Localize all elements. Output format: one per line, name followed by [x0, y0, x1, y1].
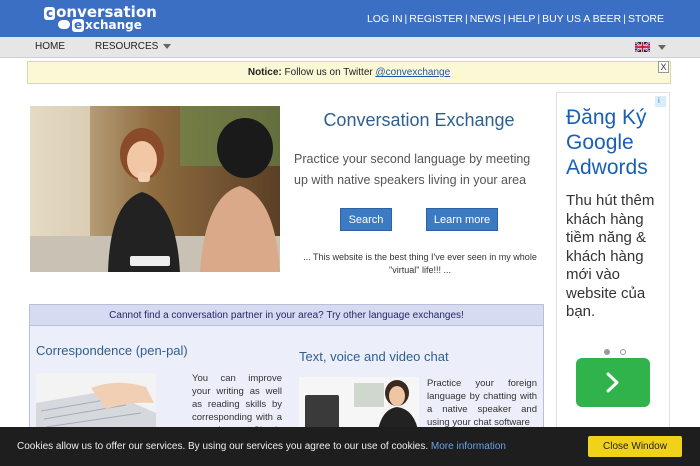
- cookie-message-text: Cookies allow us to offer our services. …: [17, 441, 431, 452]
- panel-header: Cannot find a conversation partner in yo…: [30, 305, 543, 326]
- logo-badge-e: e: [72, 18, 85, 32]
- twitter-handle-link[interactable]: @convexchange: [376, 67, 451, 78]
- logo-badge-c: c: [44, 6, 56, 20]
- ad-info-glyph: i: [658, 96, 660, 105]
- nav-help-link[interactable]: HELP: [508, 13, 535, 25]
- ad-body: Thu hút thêm khách hàng tiềm năng & khác…: [566, 192, 655, 320]
- search-button[interactable]: Search: [340, 208, 392, 231]
- other-exchanges-panel: Cannot find a conversation partner in yo…: [29, 304, 544, 435]
- chat-title[interactable]: Text, voice and video chat: [299, 349, 449, 364]
- advertisement[interactable]: i Đăng Ký Google Adwords Thu hút thêm kh…: [556, 92, 670, 432]
- nav-store-link[interactable]: STORE: [628, 13, 664, 25]
- notice-message: Follow us on Twitter: [281, 67, 376, 78]
- keyboard-photo: [36, 373, 156, 435]
- nav-beer-link[interactable]: BUY US A BEER: [542, 13, 621, 25]
- more-information-link[interactable]: More information: [431, 441, 506, 452]
- testimonial-quote: ... This website is the best thing I've …: [303, 252, 537, 275]
- hero-title: Conversation Exchange: [323, 110, 515, 130]
- close-window-button[interactable]: Close Window: [588, 436, 682, 457]
- notice-bar: Notice: Follow us on Twitter @convexchan…: [27, 61, 671, 84]
- nav-login-link[interactable]: LOG IN: [367, 13, 403, 25]
- chevron-down-icon: [163, 43, 172, 49]
- logo-text-2: xchange: [85, 18, 142, 32]
- nav-separator: |: [464, 13, 468, 25]
- chevron-right-icon: [606, 372, 619, 393]
- nav-separator: |: [537, 13, 541, 25]
- carousel-dot-active[interactable]: [604, 349, 610, 355]
- logo-bubble-icon: [58, 20, 70, 29]
- notice-text: Notice: Follow us on Twitter @convexchan…: [28, 67, 670, 78]
- top-navigation: LOG IN | REGISTER | NEWS | HELP | BUY US A BEER |…: [367, 13, 664, 25]
- notice-label: Notice:: [247, 67, 282, 78]
- correspondence-title[interactable]: Correspondence (pen-pal): [36, 343, 188, 358]
- ad-carousel-dots: [604, 340, 636, 359]
- learn-more-button[interactable]: Learn more: [426, 208, 498, 231]
- hero-subtitle: Practice your second language by meeting…: [294, 152, 531, 187]
- menu-resources-label: RESOURCES: [95, 41, 159, 52]
- carousel-dot[interactable]: [620, 349, 626, 355]
- nav-separator: |: [623, 13, 627, 25]
- menu-home[interactable]: HOME: [35, 41, 65, 52]
- language-chevron-icon[interactable]: [658, 45, 666, 50]
- site-header: c onversation e xchange LOG IN | REGISTER | NE…: [0, 0, 700, 37]
- hero-photo: [30, 106, 280, 272]
- ad-go-button[interactable]: [576, 358, 650, 407]
- notice-close-button[interactable]: X: [658, 61, 669, 73]
- ad-title[interactable]: Đăng Ký Google Adwords: [566, 105, 666, 180]
- main-menu-bar: HOME RESOURCES: [0, 37, 700, 58]
- nav-register-link[interactable]: REGISTER: [409, 13, 463, 25]
- nav-separator: |: [404, 13, 408, 25]
- cookie-message: Cookies allow us to offer our services. …: [17, 441, 506, 452]
- site-logo[interactable]: c onversation e xchange: [42, 3, 162, 33]
- correspondence-text: You can improve your writing as well as …: [192, 373, 282, 434]
- cookie-consent-bar: Cookies allow us to offer our services. …: [0, 427, 700, 466]
- menu-resources[interactable]: RESOURCES: [95, 41, 172, 52]
- nav-news-link[interactable]: NEWS: [470, 13, 502, 25]
- logo-line-2: e xchange: [72, 18, 142, 32]
- uk-flag-icon[interactable]: [635, 42, 650, 52]
- nav-separator: |: [503, 13, 506, 25]
